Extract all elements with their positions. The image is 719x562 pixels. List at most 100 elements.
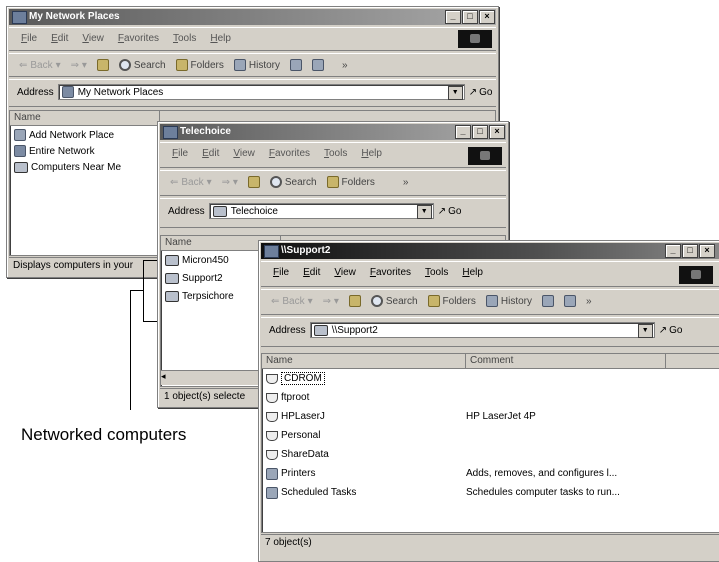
menu-view[interactable]: View bbox=[82, 33, 104, 44]
table-row[interactable]: Scheduled Tasks Schedules computer tasks… bbox=[262, 483, 719, 502]
menu-help[interactable]: Help bbox=[361, 148, 382, 159]
menu-favorites[interactable]: Favorites bbox=[118, 33, 159, 44]
up-folder-icon[interactable] bbox=[96, 59, 109, 71]
shared-folder-icon bbox=[266, 430, 278, 441]
menu-help[interactable]: Help bbox=[462, 267, 483, 278]
search-button[interactable]: Search bbox=[269, 176, 317, 188]
folders-button[interactable]: Folders bbox=[175, 59, 224, 71]
up-folder-icon[interactable] bbox=[247, 176, 260, 188]
folders-icon bbox=[427, 295, 440, 307]
column-name-header[interactable]: Name bbox=[10, 111, 160, 125]
window-controls: _ □ × bbox=[665, 244, 715, 258]
status-bar: 7 object(s) bbox=[261, 534, 719, 550]
address-field[interactable]: My Network Places ▼ bbox=[57, 84, 465, 100]
table-row[interactable]: CDROM bbox=[262, 369, 719, 388]
toolbar: ⇐ Back ▾ ⇒ ▾ Search Folders History » bbox=[261, 289, 719, 315]
address-bar: Address \\Support2 ▼ ↗ Go bbox=[261, 317, 719, 347]
callout-leader-join bbox=[130, 290, 143, 291]
window-title: Telechoice bbox=[180, 126, 231, 137]
folders-button[interactable]: Folders bbox=[427, 295, 476, 307]
copy-to-icon[interactable] bbox=[312, 59, 325, 71]
move-to-icon[interactable] bbox=[290, 59, 303, 71]
close-button[interactable]: × bbox=[699, 244, 715, 258]
column-comment-header[interactable]: Comment bbox=[466, 354, 666, 368]
table-row[interactable]: ShareData bbox=[262, 445, 719, 464]
menu-file[interactable]: File bbox=[273, 267, 289, 278]
computer-icon bbox=[212, 205, 227, 217]
history-button[interactable]: History bbox=[233, 59, 280, 71]
address-label: Address bbox=[269, 324, 306, 336]
computer-icon bbox=[165, 254, 179, 266]
table-row[interactable]: ftproot bbox=[262, 388, 719, 407]
maximize-button[interactable]: □ bbox=[462, 10, 478, 24]
menu-favorites[interactable]: Favorites bbox=[269, 148, 310, 159]
back-button[interactable]: ⇐ Back ▾ bbox=[19, 60, 61, 71]
menu-edit[interactable]: Edit bbox=[51, 33, 68, 44]
column-name-header[interactable]: Name bbox=[262, 354, 466, 368]
go-button[interactable]: ↗ Go bbox=[469, 87, 493, 98]
toolbar-overflow-icon[interactable]: » bbox=[403, 177, 409, 188]
toolbar-overflow-icon[interactable]: » bbox=[342, 60, 348, 71]
menu-file[interactable]: File bbox=[21, 33, 37, 44]
window-title: My Network Places bbox=[29, 11, 120, 22]
network-places-icon bbox=[61, 86, 74, 98]
table-row[interactable]: Printers Adds, removes, and configures l… bbox=[262, 464, 719, 483]
forward-button[interactable]: ⇒ ▾ bbox=[71, 60, 87, 71]
menu-tools[interactable]: Tools bbox=[324, 148, 347, 159]
minimize-button[interactable]: _ bbox=[665, 244, 681, 258]
close-button[interactable]: × bbox=[489, 125, 505, 139]
add-network-place-icon bbox=[14, 129, 26, 141]
back-button[interactable]: ⇐ Back ▾ bbox=[170, 177, 212, 188]
copy-to-icon[interactable] bbox=[564, 295, 577, 307]
up-folder-icon[interactable] bbox=[348, 295, 361, 307]
chevron-down-icon[interactable]: ▼ bbox=[416, 205, 432, 219]
history-button[interactable]: History bbox=[485, 295, 532, 307]
menu-tools[interactable]: Tools bbox=[425, 267, 448, 278]
go-button[interactable]: ↗ Go bbox=[659, 325, 683, 336]
minimize-button[interactable]: _ bbox=[455, 125, 471, 139]
menu-help[interactable]: Help bbox=[210, 33, 231, 44]
forward-button[interactable]: ⇒ ▾ bbox=[323, 296, 339, 307]
menu-tools[interactable]: Tools bbox=[173, 33, 196, 44]
table-row[interactable]: HPLaserJ HP LaserJet 4P bbox=[262, 407, 719, 426]
menu-edit[interactable]: Edit bbox=[303, 267, 320, 278]
chevron-down-icon[interactable]: ▼ bbox=[447, 86, 463, 100]
file-list: Name Comment CDROM ftproot HPLaserJ HP L… bbox=[261, 353, 719, 533]
menu-bar: File Edit View Favorites Tools Help bbox=[9, 27, 496, 51]
search-button[interactable]: Search bbox=[118, 59, 166, 71]
window-title: \\Support2 bbox=[281, 245, 331, 256]
computer-icon bbox=[165, 272, 179, 284]
menu-file[interactable]: File bbox=[172, 148, 188, 159]
menu-view[interactable]: View bbox=[334, 267, 356, 278]
menu-favorites[interactable]: Favorites bbox=[370, 267, 411, 278]
title-bar[interactable]: My Network Places bbox=[9, 9, 496, 25]
close-button[interactable]: × bbox=[479, 10, 495, 24]
callout-bracket-top bbox=[143, 260, 157, 261]
networked-computers-caption: Networked computers bbox=[21, 425, 187, 444]
forward-button[interactable]: ⇒ ▾ bbox=[222, 177, 238, 188]
callout-bracket-bottom bbox=[143, 321, 157, 322]
horizontal-scrollbar[interactable]: ◂ bbox=[161, 370, 271, 385]
address-field[interactable]: \\Support2 ▼ bbox=[309, 322, 655, 338]
address-field[interactable]: Telechoice ▼ bbox=[208, 203, 434, 219]
folders-button[interactable]: Folders bbox=[326, 176, 375, 188]
go-button[interactable]: ↗ Go bbox=[438, 206, 462, 217]
title-bar[interactable]: \\Support2 bbox=[261, 243, 719, 259]
chevron-down-icon[interactable]: ▼ bbox=[637, 324, 653, 338]
move-to-icon[interactable] bbox=[542, 295, 555, 307]
address-value: \\Support2 bbox=[331, 324, 378, 336]
maximize-button[interactable]: □ bbox=[472, 125, 488, 139]
maximize-button[interactable]: □ bbox=[682, 244, 698, 258]
minimize-button[interactable]: _ bbox=[445, 10, 461, 24]
table-row[interactable]: Personal bbox=[262, 426, 719, 445]
menu-view[interactable]: View bbox=[233, 148, 255, 159]
back-button[interactable]: ⇐ Back ▾ bbox=[271, 296, 313, 307]
callout-bracket-vertical bbox=[143, 260, 144, 322]
window-controls: _ □ × bbox=[455, 125, 505, 139]
folders-icon bbox=[326, 176, 339, 188]
globe-icon bbox=[14, 145, 26, 157]
menu-bar: File Edit View Favorites Tools Help bbox=[160, 142, 506, 168]
menu-edit[interactable]: Edit bbox=[202, 148, 219, 159]
toolbar-overflow-icon[interactable]: » bbox=[586, 296, 592, 307]
search-button[interactable]: Search bbox=[370, 295, 418, 307]
